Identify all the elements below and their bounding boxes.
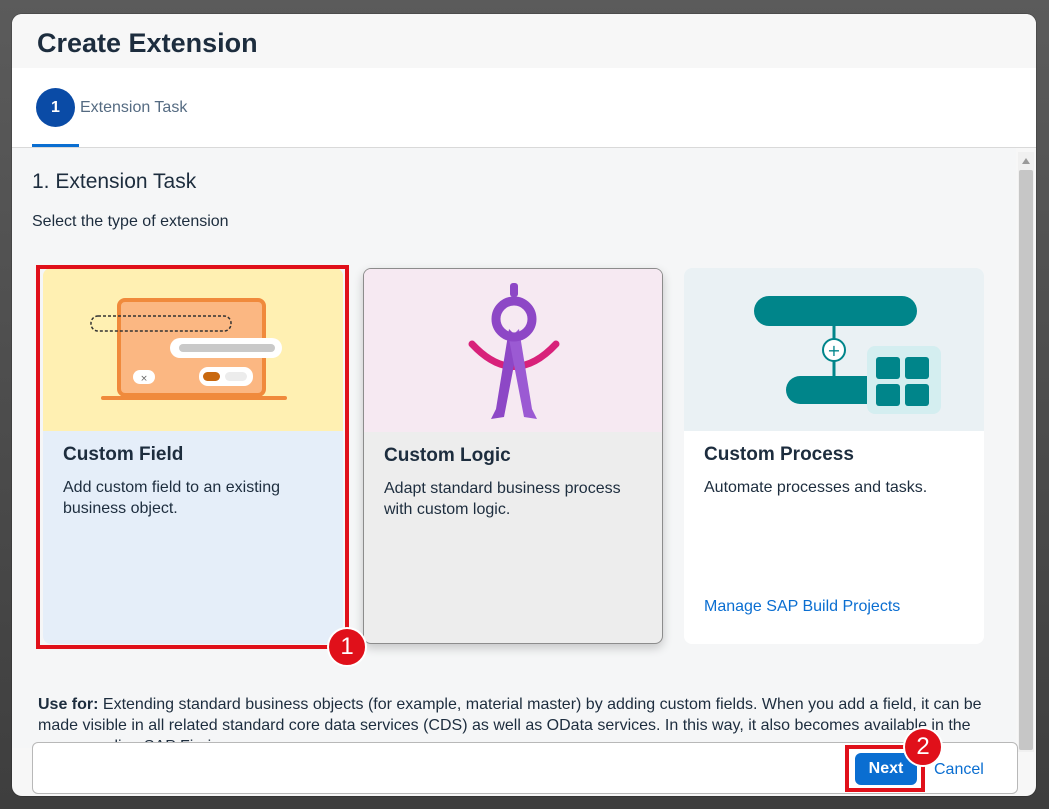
scroll-thumb[interactable] <box>1019 170 1033 750</box>
svg-text:+: + <box>827 341 840 360</box>
section-title: 1. Extension Task <box>32 170 197 193</box>
dialog-title: Create Extension <box>37 28 258 58</box>
compass-illustration <box>364 269 662 432</box>
manage-sap-build-projects-link[interactable]: Manage SAP Build Projects <box>704 598 900 616</box>
custom-field-description: Add custom field to an existing business… <box>63 479 281 517</box>
custom-logic-description: Adapt standard business process with cus… <box>384 480 621 518</box>
wizard-progress-nav: 1 Extension Task <box>12 68 1036 148</box>
use-for-label: Use for: <box>38 696 99 713</box>
create-extension-dialog: Create Extension 1 Extension Task 1. Ext… <box>12 14 1036 796</box>
custom-field-title: Custom Field <box>63 444 184 465</box>
cancel-button[interactable]: Cancel <box>934 761 984 779</box>
custom-process-card[interactable]: + Custom Process Automate processes and … <box>684 268 984 644</box>
scroll-up-arrow-icon[interactable] <box>1022 158 1030 164</box>
annotation-badge-1: 1 <box>327 627 367 667</box>
custom-process-description: Automate processes and tasks. <box>704 479 928 496</box>
custom-logic-title: Custom Logic <box>384 445 511 466</box>
wizard-step-1-label[interactable]: Extension Task <box>80 99 187 117</box>
laptop-form-illustration: × <box>43 268 343 431</box>
custom-field-card[interactable]: × Custom Field Add custom field to an ex… <box>43 268 343 644</box>
annotation-badge-2: 2 <box>903 727 943 767</box>
dialog-header: Create Extension <box>12 14 1036 68</box>
vertical-scrollbar[interactable] <box>1018 152 1034 752</box>
dialog-footer: Next Cancel <box>32 742 1018 794</box>
svg-text:×: × <box>140 374 148 384</box>
wizard-step-1-circle[interactable]: 1 <box>36 88 75 127</box>
process-flow-illustration: + <box>684 268 984 431</box>
active-step-indicator <box>32 144 79 147</box>
wizard-content: 1. Extension Task Select the type of ext… <box>12 148 1016 755</box>
custom-process-title: Custom Process <box>704 444 854 465</box>
section-subtitle: Select the type of extension <box>32 213 229 230</box>
custom-logic-card[interactable]: Custom Logic Adapt standard business pro… <box>363 268 663 644</box>
